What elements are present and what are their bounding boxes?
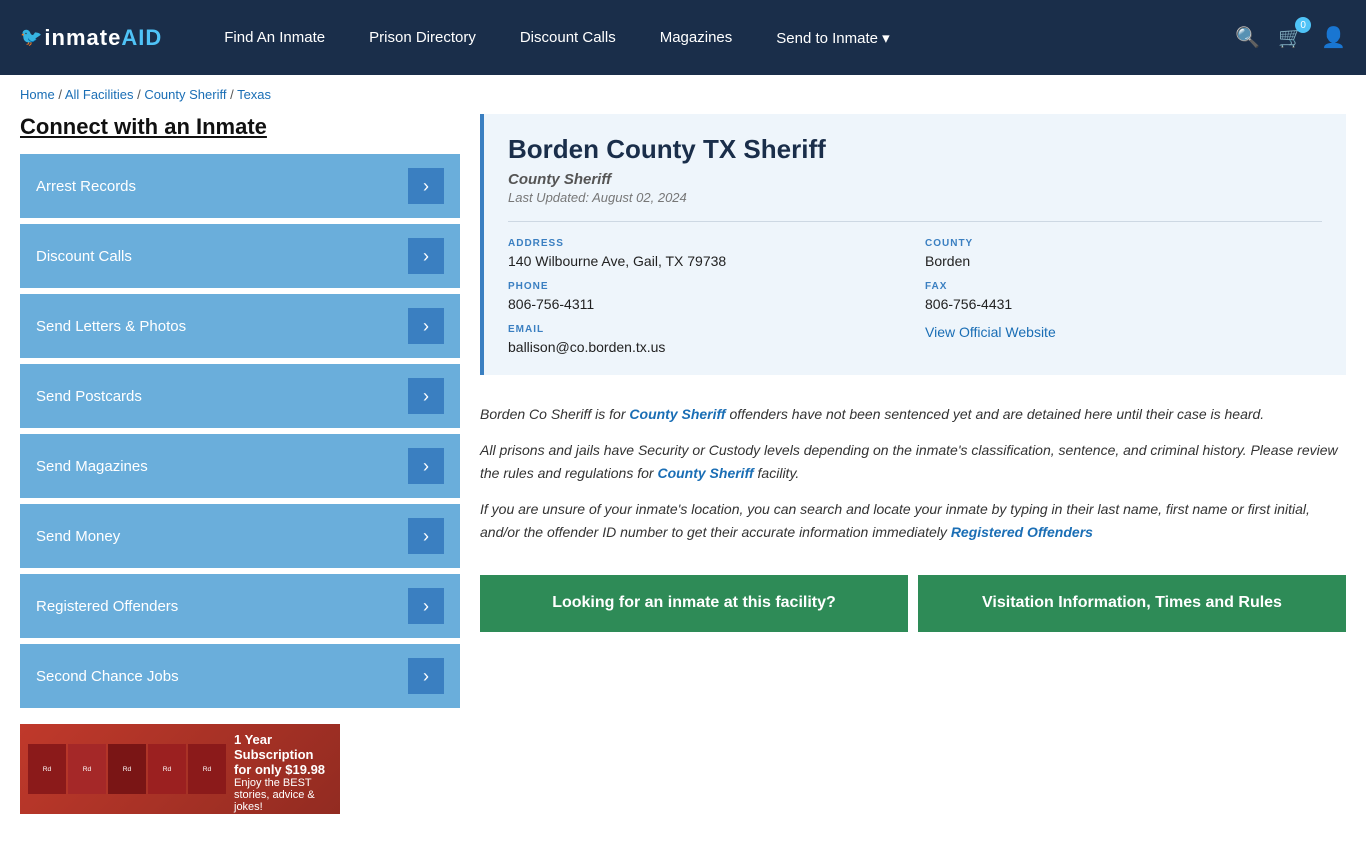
ad-banner: Rd Rd Rd Rd Rd Rd 1 Year Subscription fo… [20,724,340,814]
county-block: COUNTY Borden [925,238,1322,269]
sidebar-item-send-money[interactable]: Send Money › [20,504,460,568]
facility-phone: 806-756-4311 [508,296,905,312]
breadcrumb-county-sheriff[interactable]: County Sheriff [144,87,226,102]
sidebar-item-send-magazines[interactable]: Send Magazines › [20,434,460,498]
arrow-icon: › [408,518,444,554]
nav-find-inmate[interactable]: Find An Inmate [202,29,347,46]
arrow-icon: › [408,448,444,484]
arrow-icon: › [408,378,444,414]
facility-updated: Last Updated: August 02, 2024 [508,190,1322,205]
county-sheriff-link-1[interactable]: County Sheriff [629,406,725,422]
website-block: View Official Website [925,324,1322,355]
facility-name: Borden County TX Sheriff [508,134,1322,165]
sidebar-item-registered-offenders[interactable]: Registered Offenders › [20,574,460,638]
ad-rd-logo: Rd [234,724,332,730]
user-icon[interactable]: 👤 [1321,25,1346,50]
sidebar-item-arrest-records[interactable]: Arrest Records › [20,154,460,218]
view-official-website-link[interactable]: View Official Website [925,324,1056,340]
visitation-button[interactable]: Visitation Information, Times and Rules [918,575,1346,632]
facility-address: 140 Wilbourne Ave, Gail, TX 79738 [508,253,905,269]
phone-block: PHONE 806-756-4311 [508,281,905,312]
main-nav: Find An Inmate Prison Directory Discount… [202,29,1235,47]
logo[interactable]: 🐦 inmateAID [20,25,162,51]
cart-icon[interactable]: 🛒 0 [1278,25,1303,50]
logo-bird-icon: 🐦 [20,27,42,48]
description-para-3: If you are unsure of your inmate's locat… [480,498,1346,543]
header-icons: 🔍 🛒 0 👤 [1235,25,1346,50]
logo-text: inmateAID [44,25,162,51]
facility-fax: 806-756-4431 [925,296,1322,312]
header: 🐦 inmateAID Find An Inmate Prison Direct… [0,0,1366,75]
find-inmate-button[interactable]: Looking for an inmate at this facility? [480,575,908,632]
arrow-icon: › [408,308,444,344]
main-layout: Connect with an Inmate Arrest Records › … [0,114,1366,844]
breadcrumb-home[interactable]: Home [20,87,55,102]
sidebar-item-second-chance-jobs[interactable]: Second Chance Jobs › [20,644,460,708]
arrow-icon: › [408,588,444,624]
arrow-icon: › [408,658,444,694]
registered-offenders-link[interactable]: Registered Offenders [951,524,1093,540]
breadcrumb: Home / All Facilities / County Sheriff /… [0,75,1366,114]
breadcrumb-texas[interactable]: Texas [237,87,271,102]
content-area: Borden County TX Sheriff County Sheriff … [480,114,1346,814]
nav-magazines[interactable]: Magazines [638,29,755,46]
sidebar-item-send-letters[interactable]: Send Letters & Photos › [20,294,460,358]
sidebar-item-discount-calls[interactable]: Discount Calls › [20,224,460,288]
email-block: EMAIL ballison@co.borden.tx.us [508,324,905,355]
facility-card: Borden County TX Sheriff County Sheriff … [480,114,1346,375]
nav-discount-calls[interactable]: Discount Calls [498,29,638,46]
facility-description: Borden Co Sheriff is for County Sheriff … [480,395,1346,565]
facility-details: ADDRESS 140 Wilbourne Ave, Gail, TX 7973… [508,221,1322,355]
arrow-icon: › [408,238,444,274]
facility-email: ballison@co.borden.tx.us [508,339,905,355]
nav-prison-directory[interactable]: Prison Directory [347,29,498,46]
county-sheriff-link-2[interactable]: County Sheriff [657,465,753,481]
breadcrumb-all-facilities[interactable]: All Facilities [65,87,134,102]
ad-text: Rd 1 Year Subscription for only $19.98 E… [234,724,332,814]
nav-send-to-inmate[interactable]: Send to Inmate ▾ [754,29,911,47]
sidebar-item-send-postcards[interactable]: Send Postcards › [20,364,460,428]
facility-county: Borden [925,253,1322,269]
sidebar-title: Connect with an Inmate [20,114,460,140]
arrow-icon: › [408,168,444,204]
bottom-buttons: Looking for an inmate at this facility? … [480,575,1346,632]
address-block: ADDRESS 140 Wilbourne Ave, Gail, TX 7973… [508,238,905,269]
magazine-thumbs: Rd Rd Rd Rd Rd [28,744,226,794]
description-para-1: Borden Co Sheriff is for County Sheriff … [480,403,1346,425]
fax-block: FAX 806-756-4431 [925,281,1322,312]
cart-badge: 0 [1295,17,1311,33]
sidebar: Connect with an Inmate Arrest Records › … [20,114,460,814]
search-icon[interactable]: 🔍 [1235,25,1260,50]
facility-type: County Sheriff [508,171,1322,188]
description-para-2: All prisons and jails have Security or C… [480,439,1346,484]
